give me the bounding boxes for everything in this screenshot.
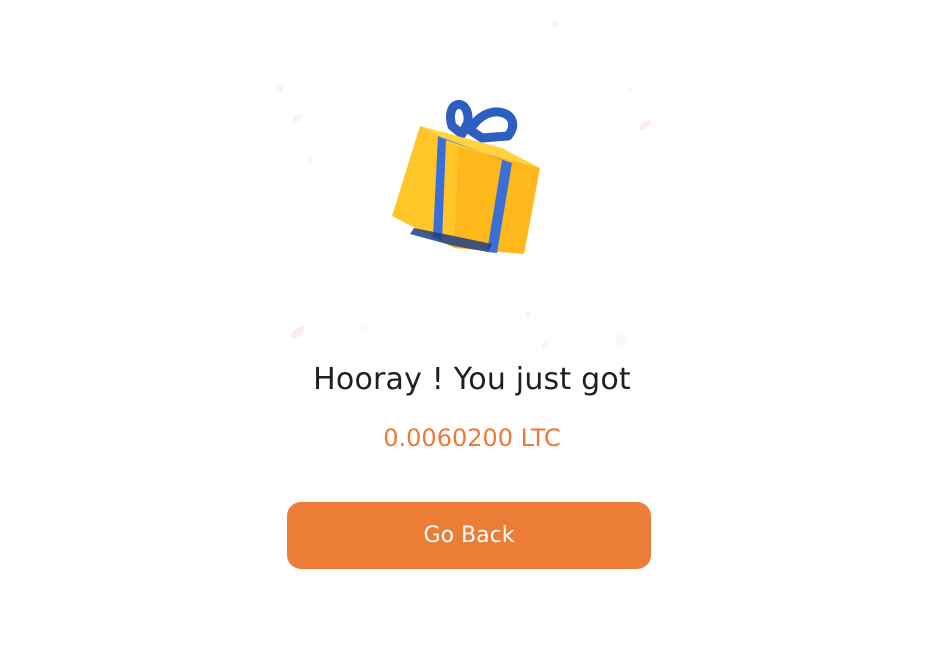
reward-screen: Hooray ! You just got 0.0060200 LTC Go B… — [0, 0, 944, 656]
gift-box-icon — [384, 96, 552, 264]
reward-amount: 0.0060200 LTC — [383, 424, 561, 452]
reward-headline: Hooray ! You just got — [313, 362, 631, 397]
go-back-button[interactable]: Go Back — [287, 502, 651, 569]
